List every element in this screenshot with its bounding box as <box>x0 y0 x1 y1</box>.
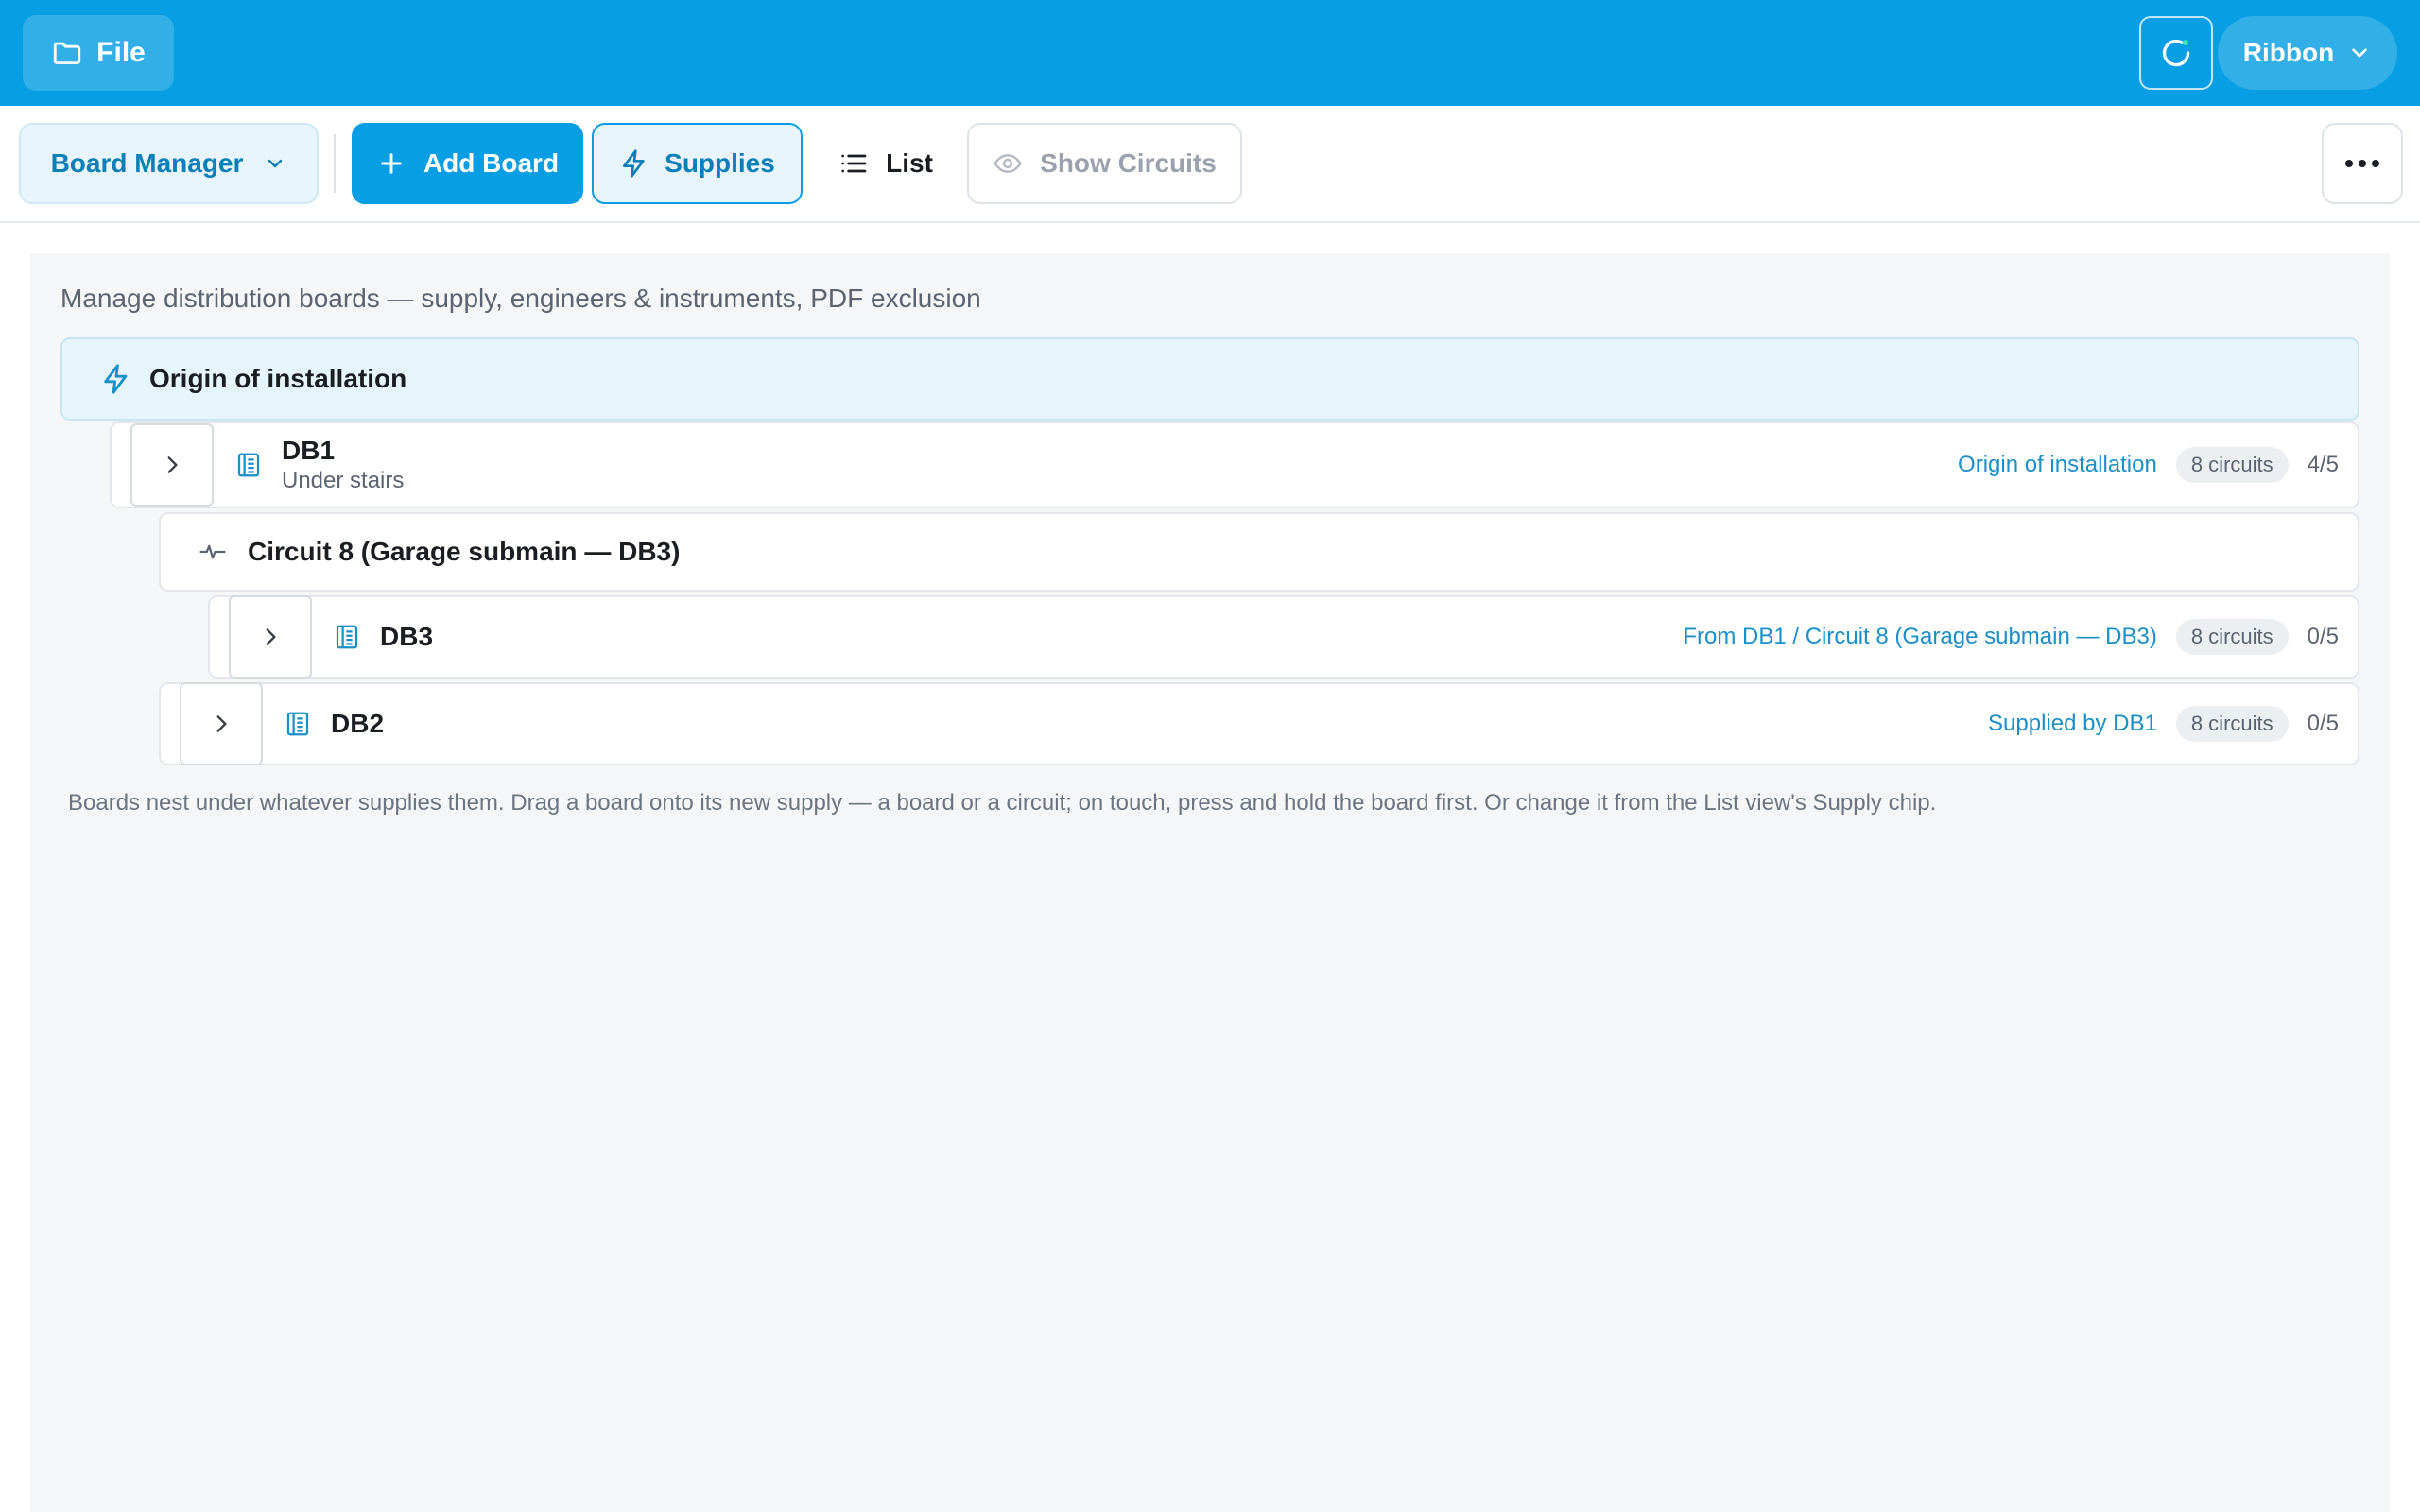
board-row-db1[interactable]: DB1 Under stairs Origin of installation … <box>110 421 2360 508</box>
chevron-down-icon <box>268 159 283 168</box>
board-row-db3[interactable]: DB3 From DB1 / Circuit 8 (Garage submain… <box>208 595 2360 679</box>
board-info: DB1 Under stairs <box>282 436 404 494</box>
board-progress: 0/5 <box>2307 624 2339 649</box>
lightning-icon <box>104 364 128 394</box>
more-icon <box>2345 160 2379 167</box>
sync-button[interactable] <box>2139 16 2213 90</box>
board-progress: 4/5 <box>2307 452 2339 477</box>
top-bar: File Ribbon <box>0 0 2420 106</box>
add-board-label: Add Board <box>423 148 560 178</box>
origin-label: Origin of installation <box>149 364 407 393</box>
chevron-right-icon <box>216 715 227 732</box>
ribbon-label: Ribbon <box>2242 38 2335 67</box>
chevron-right-icon <box>167 456 178 473</box>
expand-button[interactable] <box>180 682 263 765</box>
board-supply-link[interactable]: From DB1 / Circuit 8 (Garage submain — D… <box>1683 624 2156 650</box>
board-icon <box>237 453 260 477</box>
file-label: File <box>96 37 146 68</box>
plus-icon <box>381 153 402 174</box>
circuit-count-badge: 8 circuits <box>2175 706 2289 742</box>
supplies-button[interactable]: Supplies <box>592 123 803 204</box>
origin-row[interactable]: Origin of installation <box>60 337 2360 421</box>
list-icon <box>841 154 867 173</box>
lightning-icon <box>623 149 645 178</box>
circuit-label: Circuit 8 (Garage submain — DB3) <box>248 537 681 566</box>
expand-button[interactable] <box>130 423 214 507</box>
board-manager-label: Board Manager <box>50 148 244 178</box>
board-name: DB1 <box>282 436 336 465</box>
board-location: Under stairs <box>282 468 405 493</box>
board-supply-link[interactable]: Supplied by DB1 <box>1988 711 2157 737</box>
show-circuits-button[interactable]: Show Circuits <box>967 123 1242 204</box>
board-name: DB2 <box>331 709 385 738</box>
show-circuits-label: Show Circuits <box>1040 148 1217 178</box>
board-icon <box>286 712 309 736</box>
pulse-icon <box>199 544 226 559</box>
sync-icon <box>2162 39 2190 67</box>
chevron-down-icon <box>2352 48 2368 58</box>
drag-hint: Boards nest under whatever supplies them… <box>68 790 1937 816</box>
board-icon <box>336 625 358 649</box>
folder-icon <box>53 42 81 65</box>
eye-icon <box>994 154 1022 173</box>
board-name: DB3 <box>380 622 434 651</box>
panel-description: Manage distribution boards — supply, eng… <box>60 284 981 313</box>
circuit-row[interactable]: Circuit 8 (Garage submain — DB3) <box>159 512 2360 592</box>
circuit-count-badge: 8 circuits <box>2175 619 2289 655</box>
toolbar: Board Manager Add Board Supplies List Sh… <box>0 106 2420 223</box>
more-options-button[interactable] <box>2322 123 2403 204</box>
add-board-button[interactable]: Add Board <box>352 123 583 204</box>
board-meta: Supplied by DB1 8 circuits 0/5 <box>1988 684 2339 764</box>
board-meta: From DB1 / Circuit 8 (Garage submain — D… <box>1683 597 2339 677</box>
list-button[interactable]: List <box>824 123 947 204</box>
file-button[interactable]: File <box>23 15 174 91</box>
toolbar-divider <box>334 134 336 193</box>
chevron-right-icon <box>266 628 276 645</box>
board-progress: 0/5 <box>2307 711 2339 736</box>
board-row-db2[interactable]: DB2 Supplied by DB1 8 circuits 0/5 <box>159 682 2360 765</box>
board-manager-dropdown[interactable]: Board Manager <box>19 123 319 204</box>
ribbon-dropdown[interactable]: Ribbon <box>2218 16 2397 90</box>
list-label: List <box>886 148 933 178</box>
expand-button[interactable] <box>229 595 312 679</box>
board-meta: Origin of installation 8 circuits 4/5 <box>1958 423 2339 507</box>
circuit-count-badge: 8 circuits <box>2175 447 2289 483</box>
board-supply-link[interactable]: Origin of installation <box>1958 452 2157 478</box>
supplies-label: Supplies <box>665 148 775 178</box>
